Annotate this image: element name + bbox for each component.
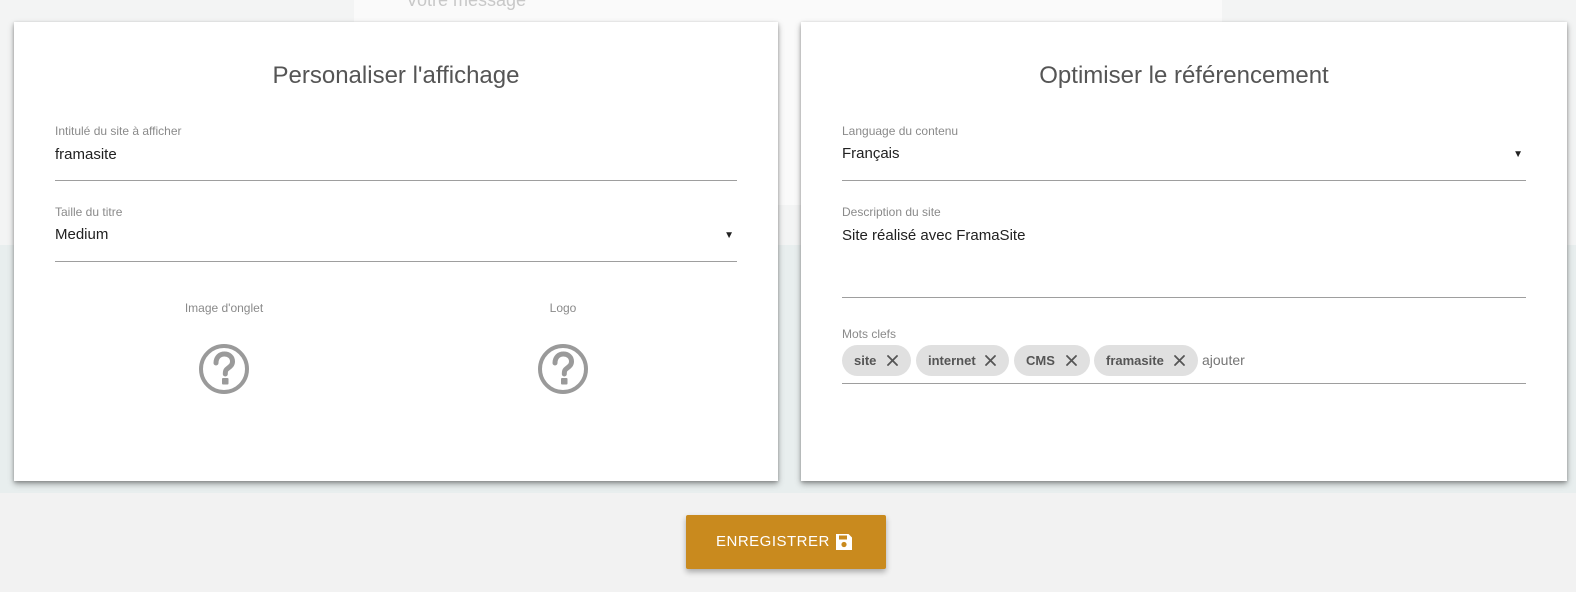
background-message-placeholder: Votre message — [406, 0, 527, 10]
save-button-label: ENREGISTRER — [716, 533, 830, 550]
close-icon[interactable] — [1065, 354, 1078, 367]
keyword-chip-label: internet — [928, 353, 976, 368]
title-size-underline — [55, 261, 737, 262]
site-title-label: Intitulé du site à afficher — [55, 124, 182, 138]
favicon-upload[interactable]: Image d'onglet — [144, 301, 304, 395]
save-button[interactable]: ENREGISTRER — [686, 515, 886, 569]
seo-settings-card: Optimiser le référencement Language du c… — [801, 22, 1567, 481]
keyword-chip: framasite — [1094, 345, 1198, 376]
description-field[interactable]: Description du site Site réalisé avec Fr… — [842, 205, 1526, 298]
keyword-chip: site — [842, 345, 911, 376]
keyword-chip: internet — [916, 345, 1009, 376]
keyword-chip-label: framasite — [1106, 353, 1164, 368]
logo-upload-label: Logo — [549, 301, 577, 315]
question-circle-icon[interactable] — [537, 343, 589, 395]
language-selected-value[interactable]: Français — [842, 145, 1526, 162]
language-select[interactable]: Language du contenu Français ▼ — [842, 124, 1526, 181]
keyword-chip-list: site internet CMS framasite — [842, 345, 1526, 377]
logo-upload[interactable]: Logo — [483, 301, 643, 395]
dropdown-arrow-icon[interactable]: ▼ — [1513, 149, 1523, 160]
keywords-underline — [842, 383, 1526, 384]
close-icon[interactable] — [984, 354, 997, 367]
title-size-label: Taille du titre — [55, 205, 123, 219]
title-size-selected-value[interactable]: Medium — [55, 226, 737, 243]
keyword-chip: CMS — [1014, 345, 1090, 376]
keyword-chip-label: CMS — [1026, 353, 1055, 368]
display-card-title: Personaliser l'affichage — [272, 62, 520, 89]
question-circle-icon[interactable] — [198, 343, 250, 395]
description-label: Description du site — [842, 205, 941, 219]
keyword-add-input[interactable] — [1202, 345, 1402, 376]
close-icon[interactable] — [1173, 354, 1186, 367]
site-title-input[interactable]: framasite — [55, 146, 737, 163]
display-settings-card: Personaliser l'affichage Intitulé du sit… — [14, 22, 778, 481]
keyword-chip-label: site — [854, 353, 877, 368]
description-underline — [842, 297, 1526, 298]
site-title-underline — [55, 180, 737, 181]
site-title-field[interactable]: Intitulé du site à afficher framasite — [55, 124, 737, 181]
favicon-upload-label: Image d'onglet — [184, 301, 264, 315]
language-underline — [842, 180, 1526, 181]
close-icon[interactable] — [886, 354, 899, 367]
keywords-field: Mots clefs site internet CMS framasite a… — [842, 327, 1526, 384]
description-textarea[interactable]: Site réalisé avec FramaSite — [842, 227, 1526, 244]
dropdown-arrow-icon[interactable]: ▼ — [724, 230, 734, 241]
language-label: Language du contenu — [842, 124, 959, 138]
seo-card-title: Optimiser le référencement — [1039, 62, 1329, 89]
floppy-disk-icon — [836, 534, 852, 550]
title-size-select[interactable]: Taille du titre Medium ▼ — [55, 205, 737, 262]
keywords-label: Mots clefs — [842, 327, 897, 341]
